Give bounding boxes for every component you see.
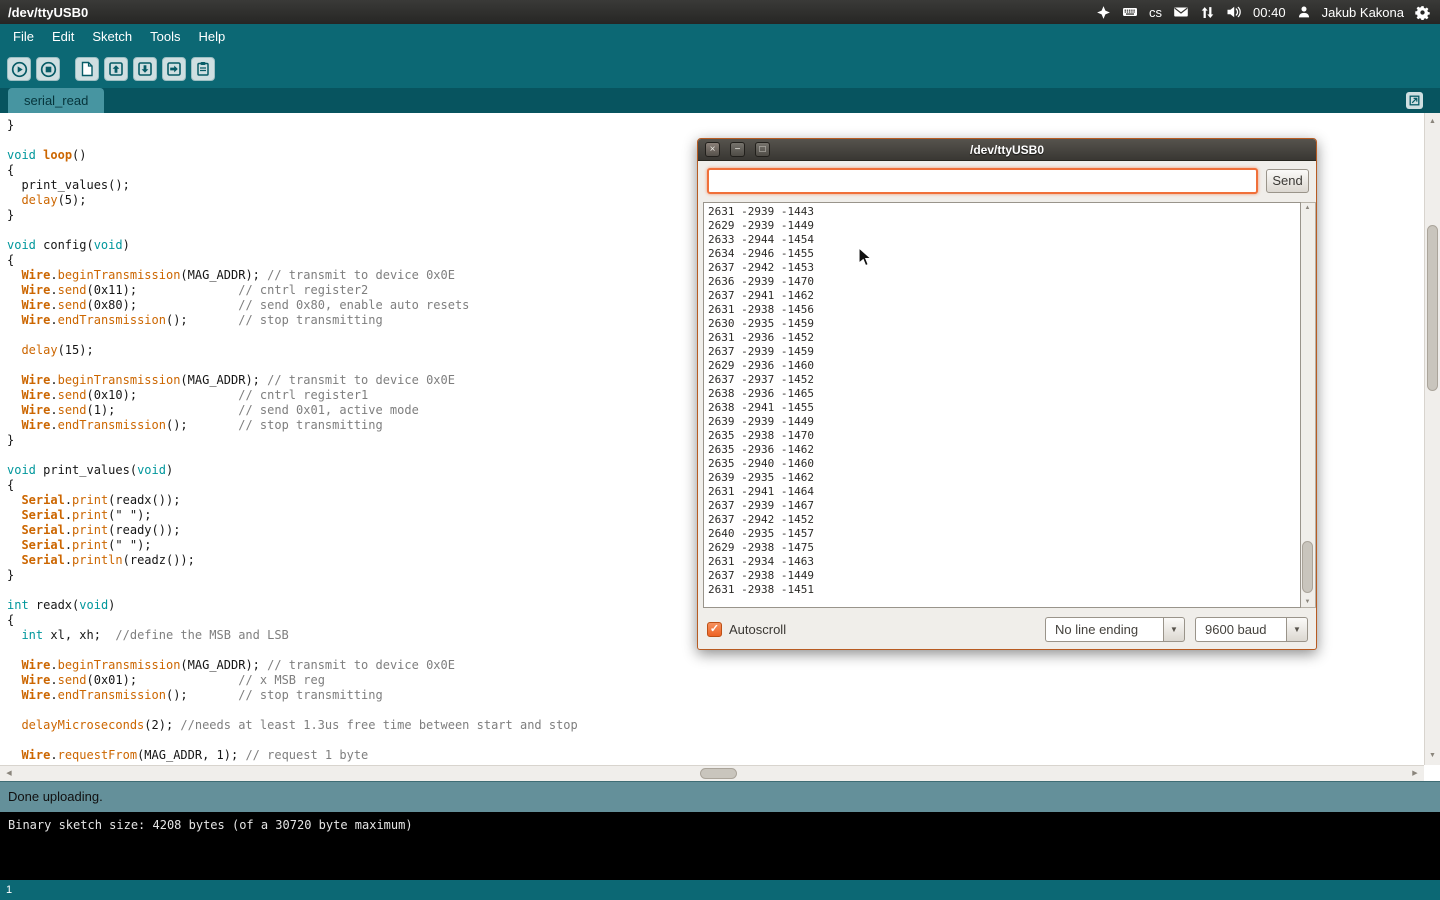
status-bar: Done uploading. xyxy=(0,781,1440,812)
code-line: delayMicroseconds(2); //needs at least 1… xyxy=(7,718,1424,733)
clock[interactable]: 00:40 xyxy=(1253,5,1286,20)
save-button[interactable] xyxy=(133,57,157,81)
serial-monitor-title: /dev/ttyUSB0 xyxy=(698,139,1316,161)
chevron-down-icon: ▼ xyxy=(1286,617,1308,642)
stop-icon xyxy=(40,61,57,78)
sync-arrows-icon[interactable] xyxy=(1200,5,1215,20)
code-line xyxy=(7,733,1424,748)
send-button[interactable]: Send xyxy=(1266,169,1309,193)
upload-button[interactable] xyxy=(162,57,186,81)
line-ending-value: No line ending xyxy=(1045,617,1163,642)
volume-icon[interactable] xyxy=(1226,4,1242,20)
scroll-up-arrow-icon[interactable]: ▲ xyxy=(1425,115,1440,129)
serial-output-text: 2631 -2939 -1443 2629 -2939 -1449 2633 -… xyxy=(704,203,1300,599)
scroll-up-arrow-icon[interactable]: ▲ xyxy=(1301,205,1314,211)
menu-help[interactable]: Help xyxy=(189,24,234,50)
verify-button[interactable] xyxy=(7,57,31,81)
serial-monitor-titlebar[interactable]: ×−□ /dev/ttyUSB0 xyxy=(698,139,1316,161)
autoscroll-checkbox[interactable]: ✓ xyxy=(707,622,722,637)
code-line: Wire.requestFrom(MAG_ADDR, 1); // reques… xyxy=(7,748,1424,763)
code-line xyxy=(7,703,1424,718)
menu-file[interactable]: File xyxy=(4,24,43,50)
tab-serial-read[interactable]: serial_read xyxy=(8,88,104,113)
mouse-cursor xyxy=(858,247,872,268)
code-line: Wire.endTransmission(); // stop transmit… xyxy=(7,688,1424,703)
open-button[interactable] xyxy=(104,57,128,81)
baud-value: 9600 baud xyxy=(1195,617,1286,642)
baud-select[interactable]: 9600 baud ▼ xyxy=(1195,617,1308,642)
editor-horizontal-scrollbar[interactable]: ◀ ▶ xyxy=(0,765,1424,781)
line-number-indicator: 1 xyxy=(6,884,12,896)
keyboard-layout-indicator[interactable]: cs xyxy=(1149,5,1162,20)
user-icon[interactable] xyxy=(1297,5,1311,19)
scroll-right-arrow-icon[interactable]: ▶ xyxy=(1408,766,1422,781)
serial-options-row: ✓ Autoscroll No line ending ▼ 9600 baud … xyxy=(707,616,1308,642)
menu-sketch[interactable]: Sketch xyxy=(83,24,141,50)
serial-monitor-body: Send 2631 -2939 -1443 2629 -2939 -1449 2… xyxy=(698,161,1316,648)
tab-menu-button[interactable] xyxy=(1406,92,1423,109)
tab-bar: serial_read xyxy=(0,88,1440,113)
scroll-down-arrow-icon[interactable]: ▼ xyxy=(1301,599,1314,605)
code-line: Wire.send(0x01); // x MSB reg xyxy=(7,673,1424,688)
stop-button[interactable] xyxy=(36,57,60,81)
verify-icon xyxy=(11,61,28,78)
keyboard-icon[interactable] xyxy=(1122,4,1138,20)
tab-label: serial_read xyxy=(24,93,88,108)
new-button[interactable] xyxy=(75,57,99,81)
mail-icon[interactable] xyxy=(1173,4,1189,20)
status-message: Done uploading. xyxy=(8,789,103,804)
menubar: FileEditSketchToolsHelp xyxy=(0,24,1440,50)
minimize-button[interactable]: − xyxy=(730,142,745,157)
code-line: Wire.beginTransmission(MAG_ADDR); // tra… xyxy=(7,658,1424,673)
menu-edit[interactable]: Edit xyxy=(43,24,83,50)
editor-vertical-scrollbar[interactable]: ▲ ▼ xyxy=(1424,113,1440,765)
system-tray: cs 00:40 Jakub Kakona xyxy=(1096,4,1440,20)
scroll-down-arrow-icon[interactable]: ▼ xyxy=(1425,749,1440,763)
maximize-button[interactable]: □ xyxy=(755,142,770,157)
scroll-left-arrow-icon[interactable]: ◀ xyxy=(2,766,16,781)
gear-icon[interactable] xyxy=(1415,5,1430,20)
menu-tools[interactable]: Tools xyxy=(141,24,189,50)
ubuntu-top-panel: /dev/ttyUSB0 cs 00:40 Jakub Kakona xyxy=(0,0,1440,24)
footer-bar: 1 xyxy=(0,880,1440,900)
chevron-down-icon: ▼ xyxy=(1163,617,1185,642)
serial-send-input[interactable] xyxy=(707,168,1258,194)
indicator-star-icon[interactable] xyxy=(1096,5,1111,20)
check-icon: ✓ xyxy=(710,624,719,635)
close-button[interactable]: × xyxy=(705,142,720,157)
serial-output-scrollbar[interactable]: ▲ ▼ xyxy=(1301,202,1316,608)
focused-window-title: /dev/ttyUSB0 xyxy=(8,5,88,20)
save-icon xyxy=(137,61,153,77)
window-controls: ×−□ xyxy=(705,142,770,157)
upload-icon xyxy=(166,61,182,77)
username[interactable]: Jakub Kakona xyxy=(1322,5,1404,20)
serial-monitor-icon xyxy=(195,61,211,77)
serial-monitor-button[interactable] xyxy=(191,57,215,81)
serial-monitor-window: ×−□ /dev/ttyUSB0 Send 2631 -2939 -1443 2… xyxy=(697,138,1317,650)
new-icon xyxy=(79,61,95,77)
open-icon xyxy=(108,61,124,77)
editor-hscroll-thumb[interactable] xyxy=(700,768,737,779)
serial-output-area[interactable]: 2631 -2939 -1443 2629 -2939 -1449 2633 -… xyxy=(703,202,1301,608)
serial-scroll-thumb[interactable] xyxy=(1302,541,1313,593)
toolbar xyxy=(0,50,1440,88)
editor-vscroll-thumb[interactable] xyxy=(1427,225,1438,391)
line-ending-select[interactable]: No line ending ▼ xyxy=(1045,617,1185,642)
console-text: Binary sketch size: 4208 bytes (of a 307… xyxy=(8,818,1432,833)
console-output: Binary sketch size: 4208 bytes (of a 307… xyxy=(0,812,1440,880)
autoscroll-label: Autoscroll xyxy=(729,622,786,637)
code-line: } xyxy=(7,118,1424,133)
